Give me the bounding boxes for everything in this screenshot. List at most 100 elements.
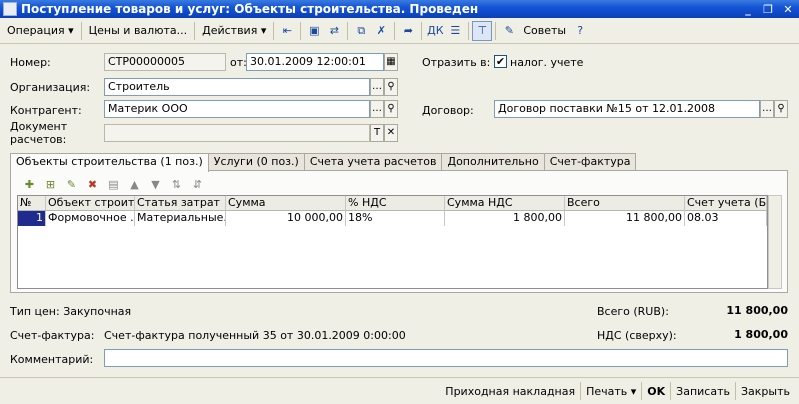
table-row[interactable]: 1 Формовочное ... Материальные... 10 000… xyxy=(18,211,767,226)
advice-button[interactable]: Советы xyxy=(519,21,570,41)
table-scrollbar[interactable] xyxy=(768,195,782,289)
counterparty-select-icon[interactable]: … xyxy=(370,100,384,118)
contract-field[interactable]: Договор поставки №15 от 12.01.2008 xyxy=(494,100,760,118)
settlement-document-field[interactable] xyxy=(104,124,370,142)
title-bar[interactable]: Поступление товаров и услуг: Объекты стр… xyxy=(0,0,799,18)
row-number[interactable]: 1 xyxy=(18,211,46,226)
tab-invoice[interactable]: Счет-фактура xyxy=(543,153,637,171)
tax-accounting-checkbox[interactable]: ✔ xyxy=(494,55,507,68)
column-header[interactable]: Сумма xyxy=(226,196,346,211)
toolbar-separator xyxy=(80,21,82,40)
move-up-icon[interactable]: ▲ xyxy=(124,174,145,194)
calendar-icon[interactable]: ▦ xyxy=(384,53,398,71)
tab-panel: ✚ ⊞ ✎ ✖ ▤ ▲ ▼ ⇅ ⇵ № Объект строит... Ста… xyxy=(10,170,788,293)
reflect-label: Отразить в: xyxy=(422,56,491,69)
table-header: № Объект строит... Статья затрат Сумма %… xyxy=(18,196,767,211)
back-arrow-icon[interactable]: ⇤ xyxy=(277,21,297,41)
copy-row-icon[interactable]: ⊞ xyxy=(40,174,61,194)
save-button[interactable]: Записать xyxy=(671,381,735,401)
end-edit-icon[interactable]: ▤ xyxy=(103,174,124,194)
cell-amount[interactable]: 10 000,00 xyxy=(226,211,346,226)
clear-icon[interactable]: ✕ xyxy=(384,124,398,142)
tab-construction-objects[interactable]: Объекты строительства (1 поз.) xyxy=(10,153,209,172)
help-icon[interactable]: ? xyxy=(570,21,590,41)
column-header[interactable]: Статья затрат xyxy=(135,196,226,211)
table-toolbar: ✚ ⊞ ✎ ✖ ▤ ▲ ▼ ⇅ ⇵ xyxy=(19,174,208,194)
copy-document-icon[interactable]: ⧉ xyxy=(351,21,371,41)
vat-label: НДС (сверху): xyxy=(597,329,677,342)
comment-label: Комментарий: xyxy=(10,353,94,366)
close-icon[interactable]: ✕ xyxy=(779,1,797,17)
incoming-invoice-button[interactable]: Приходная накладная xyxy=(440,381,580,401)
document-type-icon[interactable]: T xyxy=(370,124,384,142)
column-header[interactable]: Сумма НДС xyxy=(445,196,565,211)
cell-account[interactable]: 08.03 xyxy=(685,211,767,226)
tab-additional[interactable]: Дополнительно xyxy=(441,153,545,171)
cell-vat-amount[interactable]: 1 800,00 xyxy=(445,211,565,226)
tax-accounting-label: налог. учете xyxy=(510,56,584,69)
toolbar-separator xyxy=(300,21,302,40)
delete-row-icon[interactable]: ✖ xyxy=(82,174,103,194)
column-header[interactable]: % НДС xyxy=(346,196,445,211)
counterparty-open-icon[interactable]: ⚲ xyxy=(384,100,398,118)
total-label: Всего (RUB): xyxy=(597,305,669,318)
print-menu[interactable]: Печать ▾ xyxy=(581,381,641,401)
create-based-on-icon[interactable]: ➦ xyxy=(398,21,418,41)
column-header[interactable]: Счет учета (БУ) xyxy=(685,196,767,211)
advice-icon[interactable]: ✎ xyxy=(499,21,519,41)
tab-services[interactable]: Услуги (0 поз.) xyxy=(207,153,305,171)
date-field[interactable]: 30.01.2009 12:00:01 xyxy=(246,53,384,71)
minimize-icon[interactable]: _ xyxy=(739,1,757,17)
column-header[interactable]: Объект строит... xyxy=(46,196,135,211)
window-title: Поступление товаров и услуг: Объекты стр… xyxy=(21,2,479,16)
contract-select-icon[interactable]: … xyxy=(760,100,774,118)
ok-button[interactable]: OK xyxy=(642,381,670,401)
toolbar-separator xyxy=(495,21,497,40)
tab-settlement-accounts[interactable]: Счета учета расчетов xyxy=(303,153,443,171)
contract-open-icon[interactable]: ⚲ xyxy=(774,100,788,118)
close-button[interactable]: Закрыть xyxy=(736,381,795,401)
counterparty-label: Контрагент: xyxy=(10,104,82,117)
toolbar-separator xyxy=(347,21,349,40)
bottom-command-bar: Приходная накладная Печать ▾ OK Записать… xyxy=(0,377,799,404)
organization-field[interactable]: Строитель xyxy=(104,78,370,96)
sort-ascending-icon[interactable]: ⇅ xyxy=(166,174,187,194)
cell-vat-rate[interactable]: 18% xyxy=(346,211,445,226)
organization-select-icon[interactable]: … xyxy=(370,78,384,96)
toolbar-separator xyxy=(194,21,196,40)
comment-field[interactable] xyxy=(104,349,788,367)
add-row-icon[interactable]: ✚ xyxy=(19,174,40,194)
operation-menu[interactable]: Операция ▾ xyxy=(3,21,78,41)
toolbar-separator xyxy=(421,21,423,40)
cell-total[interactable]: 11 800,00 xyxy=(565,211,685,226)
maximize-icon[interactable]: ❐ xyxy=(759,1,777,17)
settlement-document-label: Документ расчетов: xyxy=(10,120,68,146)
number-field[interactable]: СТР00000005 xyxy=(104,53,226,71)
invoice-label: Счет-фактура: xyxy=(10,329,95,342)
delete-mark-icon[interactable]: ✗ xyxy=(371,21,391,41)
prices-currency-button[interactable]: Цены и валюта... xyxy=(85,21,191,41)
move-down-icon[interactable]: ▼ xyxy=(145,174,166,194)
cell-object[interactable]: Формовочное ... xyxy=(46,211,135,226)
price-type-label: Тип цен: Закупочная xyxy=(10,305,132,318)
column-header[interactable]: № xyxy=(18,196,46,211)
toolbar: Операция ▾ Цены и валюта... Действия ▾ ⇤… xyxy=(0,18,799,44)
toolbar-separator xyxy=(273,21,275,40)
actions-menu[interactable]: Действия ▾ xyxy=(198,21,270,41)
invoice-link[interactable]: Счет-фактура полученный 35 от 30.01.2009… xyxy=(104,329,406,342)
tab-strip: Объекты строительства (1 поз.) Услуги (0… xyxy=(10,153,637,172)
goods-table[interactable]: № Объект строит... Статья затрат Сумма %… xyxy=(17,195,768,289)
column-header[interactable]: Всего xyxy=(565,196,685,211)
report-icon[interactable]: ☰ xyxy=(445,21,465,41)
toolbar-separator xyxy=(394,21,396,40)
debit-credit-icon[interactable]: ДК xyxy=(425,21,445,41)
post-document-icon[interactable]: ▣ xyxy=(304,21,324,41)
structure-toggle-icon[interactable]: ⊤ xyxy=(472,20,493,41)
edit-row-icon[interactable]: ✎ xyxy=(61,174,82,194)
sort-descending-icon[interactable]: ⇵ xyxy=(187,174,208,194)
unpost-document-icon[interactable]: ⇄ xyxy=(324,21,344,41)
organization-open-icon[interactable]: ⚲ xyxy=(384,78,398,96)
cell-cost-item[interactable]: Материальные... xyxy=(135,211,226,226)
number-label: Номер: xyxy=(10,56,51,69)
counterparty-field[interactable]: Материк ООО xyxy=(104,100,370,118)
